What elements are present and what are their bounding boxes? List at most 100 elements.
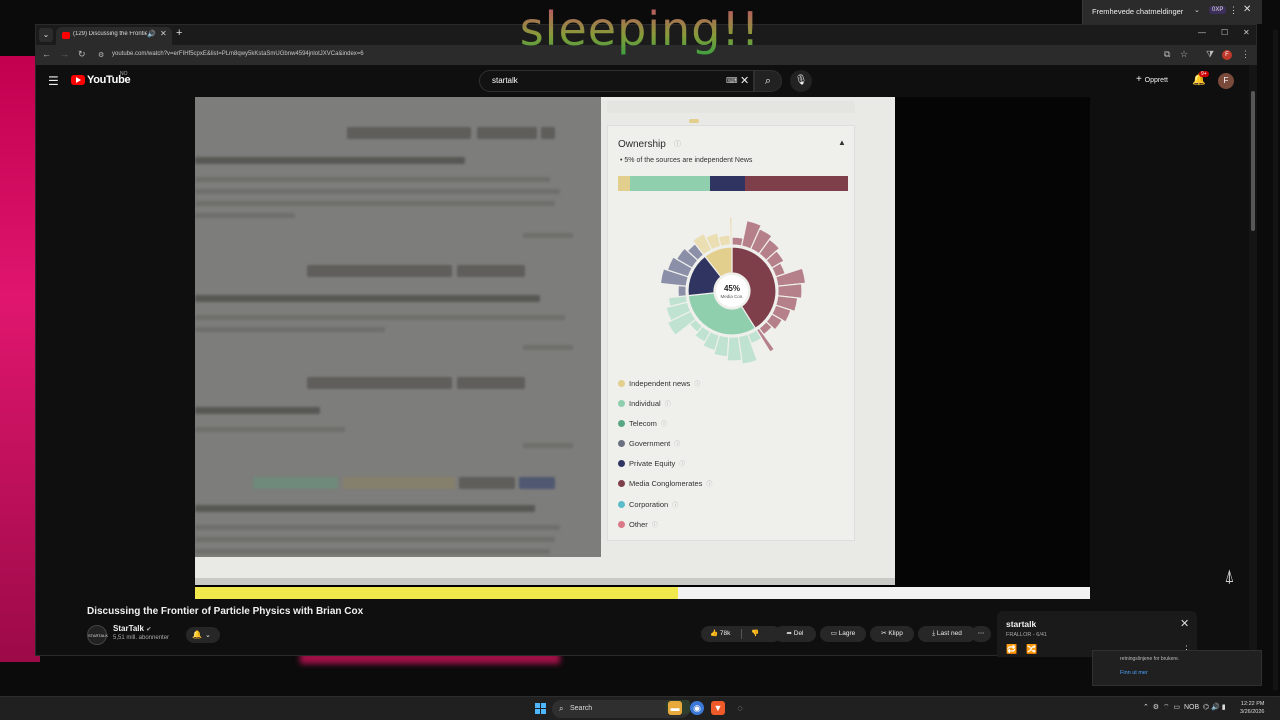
install-icon[interactable]: ⧉ xyxy=(1164,49,1170,60)
tab-close-icon[interactable]: ✕ xyxy=(160,29,167,38)
loop-icon[interactable]: 🔁 xyxy=(1006,644,1017,655)
video-player[interactable]: Ownership ⓘ ▲ • 5% of the sources are in… xyxy=(195,97,1090,599)
chrome-icon[interactable]: ◉ xyxy=(690,701,704,715)
tray-app-icon: ⚙ xyxy=(1152,704,1160,711)
legend-swatch xyxy=(618,460,625,468)
divider xyxy=(741,629,742,639)
url-field[interactable]: youtube.com/watch?v=erFIHf5cpxE&list=PLm… xyxy=(112,51,364,57)
ownership-bar-segment xyxy=(618,176,630,191)
legend-label: Corporation ⓘ xyxy=(629,499,679,509)
blurred-element xyxy=(195,537,555,542)
blurred-element xyxy=(195,201,555,206)
bookmark-star-icon[interactable]: ☆ xyxy=(1180,49,1188,60)
blurred-element xyxy=(523,233,573,238)
scroll-thumb[interactable] xyxy=(1251,91,1255,231)
ownership-bar-segment xyxy=(744,176,848,191)
notification-text: retningslinjene for brukere. xyxy=(1120,656,1180,662)
country-code: NO xyxy=(120,71,128,77)
browser-window: ⌄ (129) Discussing the Frontier of Parti… xyxy=(35,24,1257,657)
legend-label: Other ⓘ xyxy=(629,519,658,529)
save-button[interactable]: ▭ Lagre xyxy=(820,626,866,642)
page-scrollbar[interactable] xyxy=(1249,65,1257,655)
maximize-button[interactable]: ☐ xyxy=(1221,28,1228,37)
tab-search-icon[interactable]: ⌄ xyxy=(39,28,53,42)
site-info-icon[interactable]: ⚙ xyxy=(98,51,104,59)
legend-swatch xyxy=(618,420,625,428)
create-button[interactable]: + Opprett xyxy=(1136,74,1168,85)
legend-swatch xyxy=(618,440,625,448)
back-arrow-icon[interactable]: ← xyxy=(42,49,51,59)
bottom-notification[interactable]: retningslinjene for brukere. Finn ut mer xyxy=(1092,650,1262,686)
tab-youtube[interactable]: (129) Discussing the Frontier of Particl… xyxy=(56,27,172,45)
blurred-element xyxy=(195,177,550,182)
shuffle-icon[interactable]: 🔀 xyxy=(1026,644,1037,655)
profile-avatar[interactable]: F xyxy=(1222,50,1232,60)
info-icon: ⓘ xyxy=(672,502,679,509)
start-tile xyxy=(535,703,540,708)
legend-item: Individual ⓘ xyxy=(618,396,848,416)
info-icon: ⓘ xyxy=(674,442,681,449)
info-icon: ⓘ xyxy=(694,382,701,388)
download-button[interactable]: ⤓ Last ned xyxy=(918,626,976,642)
legend-swatch xyxy=(618,500,625,508)
reload-icon[interactable]: ↻ xyxy=(78,49,86,60)
legend-item: Telecom ⓘ xyxy=(618,416,848,436)
clip-button[interactable]: ✂ Klipp xyxy=(870,626,914,642)
voice-search-icon[interactable]: 🎙 xyxy=(790,70,812,92)
minimize-button[interactable]: — xyxy=(1198,28,1206,37)
close-window-button[interactable]: ✕ xyxy=(1243,28,1250,37)
share-button[interactable]: ➦ Del xyxy=(774,626,816,642)
playlist-position: FRALLOR - 6/41 xyxy=(1006,632,1047,638)
forward-arrow-icon[interactable]: → xyxy=(60,49,69,59)
clear-search-icon[interactable]: ✕ xyxy=(740,74,749,87)
video-letterbox xyxy=(895,97,1090,599)
youtube-header: ☰ YouTube NO startalk ⌨ ✕ ⌕ 🎙 + Opprett … xyxy=(36,65,1250,97)
extensions-icon[interactable]: ⧩ xyxy=(1206,49,1214,60)
blurred-element xyxy=(195,189,560,194)
clock[interactable]: 12:22 PM 3/26/2026 xyxy=(1240,700,1264,716)
blurred-element xyxy=(253,477,338,489)
browser-menu-icon[interactable]: ⋮ xyxy=(1241,49,1250,60)
side-scrollbar[interactable] xyxy=(1273,30,1278,690)
channel-name[interactable]: StarTalk ✔ xyxy=(113,624,151,633)
playlist-title: startalk xyxy=(1006,619,1037,629)
new-tab-button[interactable]: + xyxy=(176,27,182,39)
video-progress-fill xyxy=(195,587,679,599)
thumbs-down-icon[interactable]: 👎 xyxy=(751,626,759,642)
user-avatar[interactable]: F xyxy=(1218,73,1234,89)
blurred-element xyxy=(519,477,555,489)
more-icon[interactable]: ⋮ xyxy=(1229,5,1238,16)
windows-taskbar: ⌕ Search ✿ ▬ ◉ ▼ ◌ ⌃ ⚙ ⌔ ▭ NOB ⌬ 🔊 ▮ 12:… xyxy=(0,696,1280,720)
hamburger-menu-icon[interactable]: ☰ xyxy=(48,74,59,88)
featured-chat-notification[interactable]: Fremhevede chatmeldinger ⌄ 0XP ⋮ ✕ xyxy=(1082,0,1262,24)
system-tray[interactable]: ⌃ ⚙ ⌔ ▭ NOB ⌬ 🔊 ▮ xyxy=(1143,703,1226,712)
video-progress-bar[interactable] xyxy=(195,587,1090,599)
file-explorer-icon[interactable]: ▬ xyxy=(668,701,682,715)
blurred-element xyxy=(195,213,295,218)
keyboard-icon[interactable]: ⌨ xyxy=(726,76,738,85)
blurred-element xyxy=(195,427,345,432)
close-icon[interactable]: ✕ xyxy=(1243,4,1251,15)
chevron-down-icon[interactable]: ⌄ xyxy=(1194,6,1200,14)
sunburst-subsegment-private-equity xyxy=(677,284,687,298)
search-button[interactable]: ⌕ xyxy=(754,70,782,92)
learn-more-link[interactable]: Finn ut mer xyxy=(1120,670,1148,676)
like-count: 78k xyxy=(719,630,731,637)
youtube-logo-icon[interactable] xyxy=(71,75,85,85)
search-input[interactable]: startalk ⌨ ✕ xyxy=(479,70,754,92)
close-icon[interactable]: ✕ xyxy=(1180,617,1189,630)
blurred-element xyxy=(457,377,525,389)
ownership-legend: Independent news ⓘ Individual ⓘ Telecom ⓘ Gove… xyxy=(618,376,848,537)
channel-avatar[interactable]: STARTALK xyxy=(87,625,108,645)
windows-start-icon[interactable] xyxy=(535,703,546,714)
like-button[interactable]: 👍 78k xyxy=(710,626,730,642)
audio-icon[interactable]: 🔊 xyxy=(147,30,156,38)
subscription-bell-button[interactable]: 🔔 ⌄ xyxy=(186,627,220,643)
legend-item: Independent news ⓘ xyxy=(618,376,848,396)
app-icon[interactable]: ◌ xyxy=(733,701,747,715)
brave-icon[interactable]: ▼ xyxy=(711,701,725,715)
blurred-element xyxy=(477,127,537,139)
more-actions-button[interactable]: ⋯ xyxy=(971,626,991,642)
legend-item: Other ⓘ xyxy=(618,517,848,537)
wifi-icon: ⌔ xyxy=(1162,704,1170,711)
